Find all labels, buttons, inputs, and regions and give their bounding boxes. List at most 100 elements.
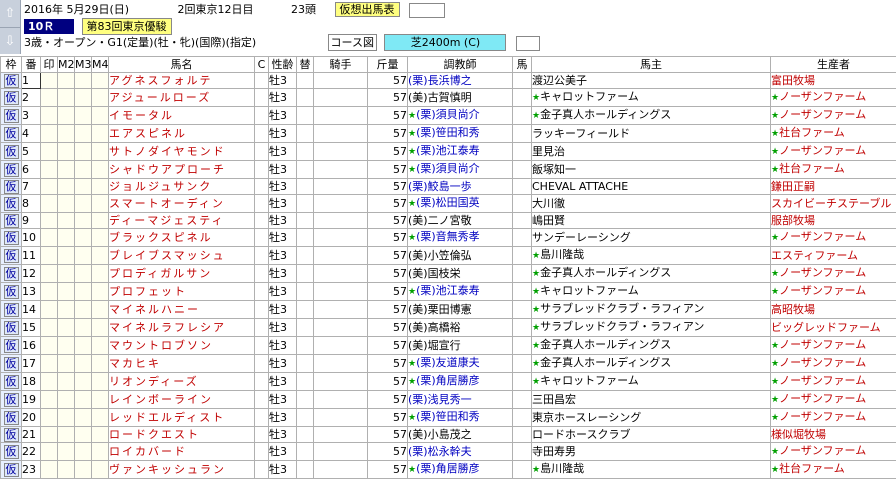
m3-cell[interactable] [75,143,92,161]
table-row[interactable]: 仮8スマートオーディン牡357★(栗)松田国英大川徹スカイビーチステーブル [1,195,896,213]
col-weight[interactable]: 斤量 [368,57,408,73]
breeder-cell[interactable]: ★ノーザンファーム [771,283,896,301]
horse-name[interactable]: ロイカバード [109,443,255,461]
owner-cell[interactable]: ★サラブレッドクラブ・ラフィアン [532,319,771,337]
horse-number[interactable]: 21 [22,427,41,443]
trainer-cell[interactable]: ★(栗)池江泰寿 [408,143,513,161]
jockey-cell[interactable] [314,229,368,247]
owner-cell[interactable]: 渡辺公美子 [532,73,771,89]
horse-name[interactable]: プロディガルサン [109,265,255,283]
owner-cell[interactable]: ★サラブレッドクラブ・ラフィアン [532,301,771,319]
m3-cell[interactable] [75,179,92,195]
jockey-cell[interactable] [314,391,368,409]
m2-cell[interactable] [58,391,75,409]
col-jockey[interactable]: 騎手 [314,57,368,73]
m2-cell[interactable] [58,265,75,283]
horse-name[interactable]: レインボーライン [109,391,255,409]
m3-cell[interactable] [75,161,92,179]
jockey-cell[interactable] [314,89,368,107]
owner-cell[interactable]: ★金子真人ホールディングス [532,107,771,125]
m3-cell[interactable] [75,373,92,391]
trainer-cell[interactable]: (美)高橋裕 [408,319,513,337]
waku-cell[interactable]: 仮 [1,213,22,229]
m4-cell[interactable] [92,355,109,373]
mark-cell[interactable] [41,125,58,143]
m3-cell[interactable] [75,125,92,143]
breeder-cell[interactable]: ★ノーザンファーム [771,89,896,107]
trainer-cell[interactable]: ★(栗)音無秀孝 [408,229,513,247]
owner-cell[interactable]: ★島川隆哉 [532,247,771,265]
m3-cell[interactable] [75,337,92,355]
m2-cell[interactable] [58,161,75,179]
horse-number[interactable]: 17 [22,355,41,373]
mark-cell[interactable] [41,229,58,247]
m3-cell[interactable] [75,461,92,479]
horse-name[interactable]: マウントロブソン [109,337,255,355]
horse-number[interactable]: 20 [22,409,41,427]
waku-cell[interactable]: 仮 [1,247,22,265]
waku-cell[interactable]: 仮 [1,161,22,179]
horse-number[interactable]: 14 [22,301,41,319]
horse-name[interactable]: サトノダイヤモンド [109,143,255,161]
table-row[interactable]: 仮6シャドウアプローチ牡357★(栗)須貝尚介飯塚知一★社台ファーム [1,161,896,179]
waku-cell[interactable]: 仮 [1,427,22,443]
col-breeder[interactable]: 生産者 [771,57,896,73]
owner-cell[interactable]: ★金子真人ホールディングス [532,355,771,373]
breeder-cell[interactable]: ★社台ファーム [771,125,896,143]
horse-name[interactable]: ヴァンキッシュラン [109,461,255,479]
trainer-cell[interactable]: ★(栗)松田国英 [408,195,513,213]
empty-field-2[interactable] [516,36,540,51]
col-replace[interactable]: 替 [297,57,314,73]
waku-cell[interactable]: 仮 [1,179,22,195]
horse-number[interactable]: 5 [22,143,41,161]
horse-number[interactable]: 13 [22,283,41,301]
mark-cell[interactable] [41,107,58,125]
waku-cell[interactable]: 仮 [1,391,22,409]
horse-name[interactable]: アジュールローズ [109,89,255,107]
mark-cell[interactable] [41,143,58,161]
horse-number[interactable]: 16 [22,337,41,355]
waku-cell[interactable]: 仮 [1,301,22,319]
mark-cell[interactable] [41,161,58,179]
waku-cell[interactable]: 仮 [1,355,22,373]
owner-cell[interactable]: ★キャロットファーム [532,89,771,107]
breeder-cell[interactable]: ★ノーザンファーム [771,373,896,391]
breeder-cell[interactable]: ★ノーザンファーム [771,107,896,125]
course-map-button[interactable]: コース図 [328,34,377,51]
table-row[interactable]: 仮1アグネスフォルテ牡357(栗)長浜博之渡辺公美子富田牧場 [1,73,896,89]
horse-number[interactable]: 12 [22,265,41,283]
col-waku[interactable]: 枠 [1,57,22,73]
trainer-cell[interactable]: (美)小笠倫弘 [408,247,513,265]
horse-name[interactable]: ジョルジュサンク [109,179,255,195]
owner-cell[interactable]: 嶋田賢 [532,213,771,229]
m2-cell[interactable] [58,229,75,247]
table-row[interactable]: 仮18リオンディーズ牡357★(栗)角居勝彦★キャロットファーム★ノーザンファー… [1,373,896,391]
m3-cell[interactable] [75,247,92,265]
owner-cell[interactable]: ★金子真人ホールディングス [532,265,771,283]
m3-cell[interactable] [75,73,92,89]
m3-cell[interactable] [75,319,92,337]
horse-name[interactable]: ブラックスピネル [109,229,255,247]
mark-cell[interactable] [41,73,58,89]
m4-cell[interactable] [92,125,109,143]
trainer-cell[interactable]: (栗)松永幹夫 [408,443,513,461]
breeder-cell[interactable]: ★社台ファーム [771,161,896,179]
col-horse[interactable]: 馬名 [109,57,255,73]
trainer-cell[interactable]: (栗)浅見秀一 [408,391,513,409]
m3-cell[interactable] [75,409,92,427]
m2-cell[interactable] [58,427,75,443]
mark-cell[interactable] [41,283,58,301]
table-row[interactable]: 仮17マカヒキ牡357★(栗)友道康夫★金子真人ホールディングス★ノーザンファー… [1,355,896,373]
trainer-cell[interactable]: (栗)鮫島一歩 [408,179,513,195]
m4-cell[interactable] [92,283,109,301]
m2-cell[interactable] [58,89,75,107]
waku-cell[interactable]: 仮 [1,409,22,427]
m3-cell[interactable] [75,265,92,283]
trainer-cell[interactable]: (美)小島茂之 [408,427,513,443]
col-m2[interactable]: M2 [58,57,75,73]
table-row[interactable]: 仮9ディーマジェスティ牡357(美)二ノ宮敬嶋田賢服部牧場 [1,213,896,229]
waku-cell[interactable]: 仮 [1,337,22,355]
breeder-cell[interactable]: ★ノーザンファーム [771,143,896,161]
m4-cell[interactable] [92,319,109,337]
horse-name[interactable]: エアスピネル [109,125,255,143]
